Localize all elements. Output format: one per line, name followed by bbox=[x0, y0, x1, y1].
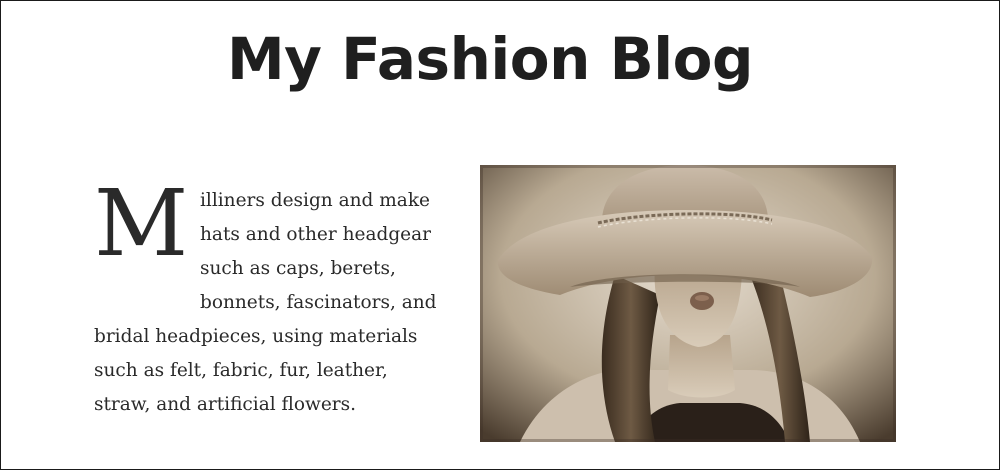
hat-woman-photo-icon bbox=[480, 165, 896, 442]
lips-highlight bbox=[695, 295, 709, 301]
dropcap-letter: M bbox=[94, 170, 189, 277]
hero-photo bbox=[480, 165, 896, 442]
article-paragraph: Milliners design and make hats and other… bbox=[94, 170, 444, 422]
page-frame: My Fashion Blog Milliners design and mak… bbox=[0, 0, 1000, 470]
blog-title: My Fashion Blog bbox=[226, 25, 754, 93]
